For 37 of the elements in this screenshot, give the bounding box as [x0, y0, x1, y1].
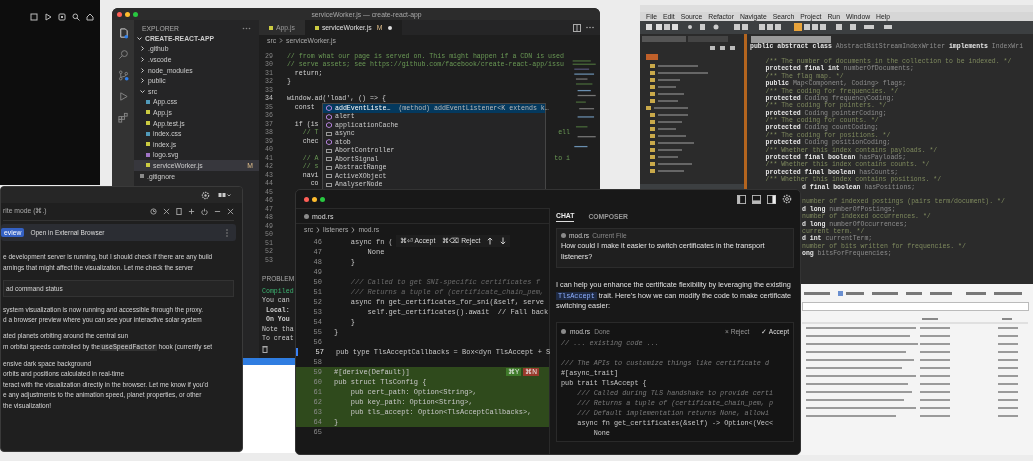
file-icon — [140, 174, 144, 178]
cube-icon — [326, 139, 332, 146]
debug-icon[interactable] — [117, 91, 129, 102]
gear-icon[interactable] — [201, 190, 210, 200]
file-icon — [146, 99, 150, 104]
history-icon[interactable] — [150, 207, 157, 215]
word-icon — [326, 131, 332, 136]
branch-icon[interactable] — [117, 70, 129, 81]
extensions-icon[interactable] — [117, 112, 129, 123]
trash-icon[interactable] — [262, 344, 268, 353]
play-icon[interactable] — [44, 13, 52, 21]
search-icon[interactable] — [72, 13, 80, 21]
sidebar-icon[interactable] — [767, 194, 776, 204]
more-icon[interactable] — [586, 26, 594, 29]
settings-icon[interactable] — [782, 194, 792, 204]
arrow-down-icon[interactable] — [500, 237, 507, 245]
layout-icon[interactable] — [218, 191, 232, 199]
file-icon — [146, 110, 150, 115]
chevron-icon — [137, 35, 142, 41]
close-icon[interactable] — [227, 207, 234, 215]
power-icon[interactable] — [201, 207, 208, 215]
chevron-icon — [316, 226, 321, 233]
document-icon[interactable] — [176, 207, 182, 215]
split-icon[interactable] — [573, 23, 581, 32]
home-icon[interactable] — [86, 13, 94, 21]
files-icon[interactable] — [117, 28, 129, 39]
arrow-up-icon[interactable] — [487, 237, 494, 245]
chevron-icon — [351, 226, 356, 233]
chevron-icon — [279, 38, 284, 43]
plus-icon[interactable] — [188, 207, 195, 215]
cross-icon[interactable] — [163, 207, 170, 215]
box-icon[interactable] — [58, 13, 66, 21]
file-icon — [146, 163, 150, 168]
panel-icon[interactable] — [752, 194, 761, 204]
square-icon[interactable] — [30, 13, 38, 21]
filter-field[interactable] — [802, 302, 1029, 311]
sidebar-icon[interactable] — [737, 194, 746, 204]
